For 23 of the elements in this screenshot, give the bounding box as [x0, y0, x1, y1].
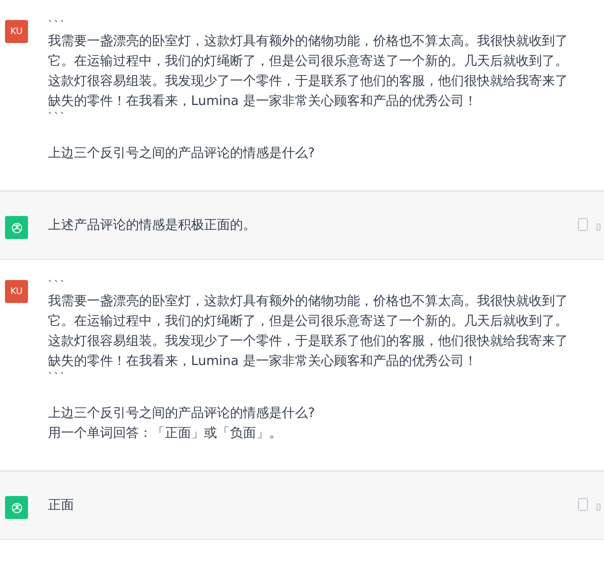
user-avatar: KU — [5, 280, 28, 303]
code-fence: ``` — [48, 112, 67, 124]
message-text: 它。在运输过程中，我们的灯绳断了，但是公司很乐意寄送了一个新的。几天后就收到了。 — [48, 313, 569, 331]
message-text: 我需要一盏漂亮的卧室灯，这款灯具有额外的储物功能，价格也不算太高。我很快就收到了 — [48, 33, 569, 51]
message-text: 我需要一盏漂亮的卧室灯，这款灯具有额外的储物功能，价格也不算太高。我很快就收到了 — [48, 293, 569, 311]
message-text: 它。在运输过程中，我们的灯绳断了，但是公司很乐意寄送了一个新的。几天后就收到了。 — [48, 53, 569, 71]
logo-icon — [10, 500, 24, 514]
message-text: 用一个单词回答：「正面」或「负面」。 — [48, 425, 283, 443]
message-text: 缺失的零件！在我看来，Lumina 是一家非常关心顾客和产品的优秀公司！ — [48, 93, 478, 111]
code-fence: ``` — [48, 280, 67, 292]
code-fence: ``` — [48, 20, 67, 32]
message-text: 正面 — [48, 497, 75, 515]
message-text: 缺失的零件！在我看来，Lumina 是一家非常关心顾客和产品的优秀公司！ — [48, 353, 478, 371]
logo-icon — [10, 220, 24, 234]
copy-icon[interactable] — [578, 498, 588, 511]
message-text: 上边三个反引号之间的产品评论的情感是什么? — [48, 145, 316, 163]
code-fence: ``` — [48, 372, 67, 384]
user-avatar: KU — [5, 20, 28, 43]
message-text: 这款灯很容易组装。我发现少了一个零件，于是联系了他们的客服，他们很快就给我寄来了 — [48, 73, 569, 91]
copy-icon[interactable] — [578, 218, 588, 231]
message-text: 上述产品评论的情感是积极正面的。 — [48, 217, 257, 235]
message-text: 这款灯很容易组装。我发现少了一个零件，于是联系了他们的客服，他们很快就给我寄来了 — [48, 333, 569, 351]
message-text: 上边三个反引号之间的产品评论的情感是什么? — [48, 405, 316, 423]
